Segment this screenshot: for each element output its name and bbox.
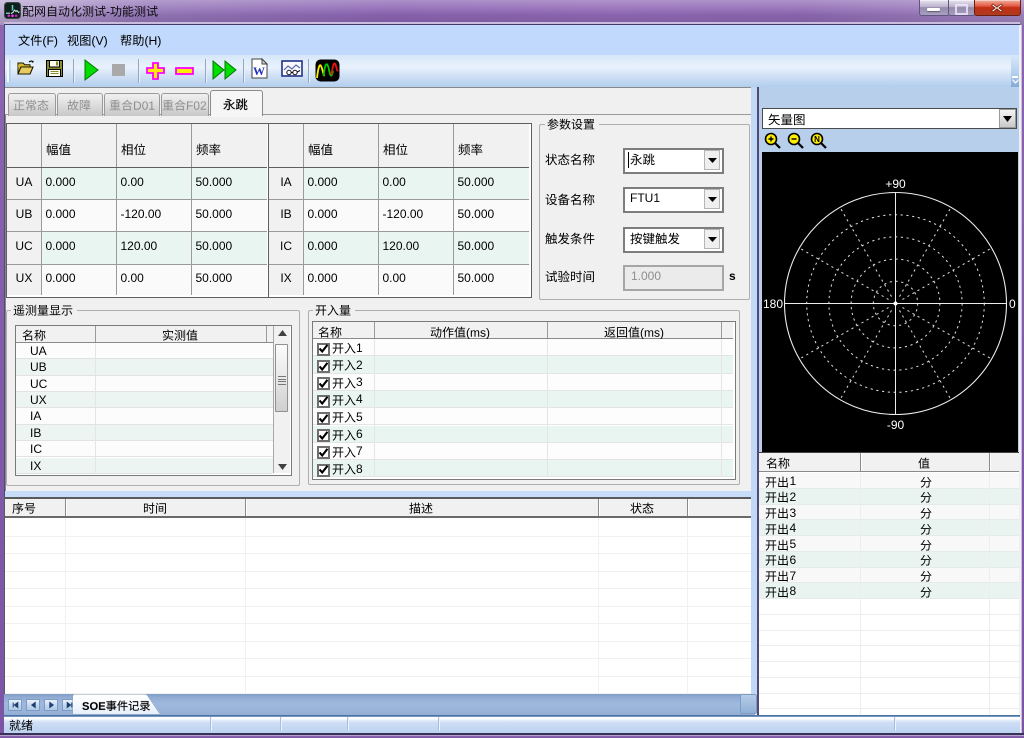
svg-text:W: W xyxy=(253,64,265,78)
svg-text:180: 180 xyxy=(763,297,783,311)
svg-text:N: N xyxy=(814,135,820,144)
svg-text:-90: -90 xyxy=(887,418,905,432)
svg-text:+90: +90 xyxy=(885,177,906,191)
svg-text:0: 0 xyxy=(1009,297,1016,311)
